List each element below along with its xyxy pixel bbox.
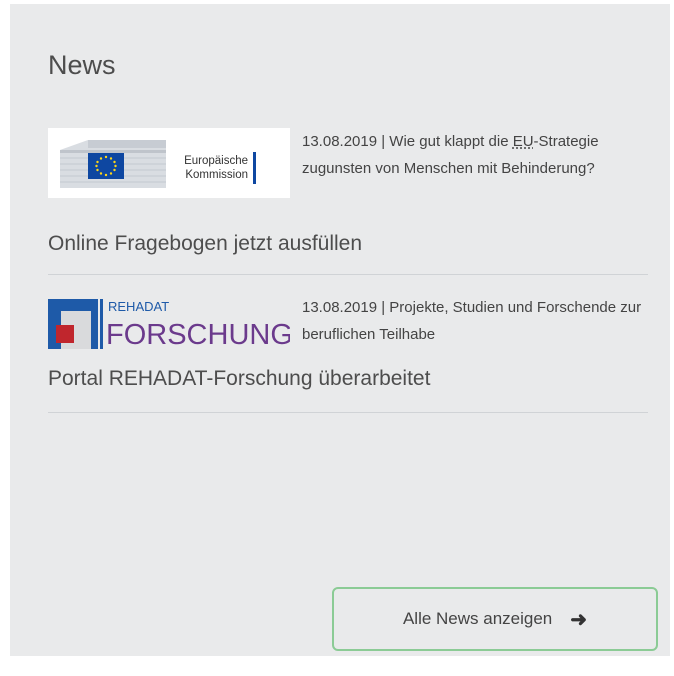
rehadat-forschung-logo[interactable]: REHADAT FORSCHUNG <box>48 295 290 351</box>
svg-text:Europäische: Europäische <box>184 155 248 167</box>
news-title: News <box>48 50 116 80</box>
news-headline-link[interactable]: Online Fragebogen jetzt ausfüllen <box>48 232 362 256</box>
news-teaser: 13.08.2019 | Wie gut klappt die EU-Strat… <box>302 133 599 177</box>
all-news-button-label: Alle News anzeigen <box>402 609 553 628</box>
news-headline-link[interactable]: Portal REHADAT-Forschung überarbeitet <box>48 367 430 391</box>
svg-text:REHADAT: REHADAT <box>108 299 169 314</box>
news-teaser: 13.08.2019 | Projekte, Studien und Forsc… <box>302 299 642 343</box>
european-commission-logo[interactable]: Europäische Kommission <box>48 128 290 198</box>
all-news-button[interactable]: Alle News anzeigen ➜ <box>332 587 658 651</box>
svg-text:Kommission: Kommission <box>185 169 248 181</box>
news-item[interactable]: Europäische Kommission 13.08.2019 | Wie … <box>48 128 648 275</box>
svg-text:FORSCHUNG: FORSCHUNG <box>106 319 290 351</box>
arrow-right-icon: ➜ <box>570 608 588 631</box>
divider <box>48 412 648 413</box>
news-item[interactable]: REHADAT FORSCHUNG 13.08.2019 | Projekte,… <box>48 295 648 413</box>
divider <box>48 274 648 275</box>
eu-abbreviation: EU <box>512 133 534 150</box>
news-panel: News Europäische Kommission 13.08.2019 |… <box>10 4 670 656</box>
